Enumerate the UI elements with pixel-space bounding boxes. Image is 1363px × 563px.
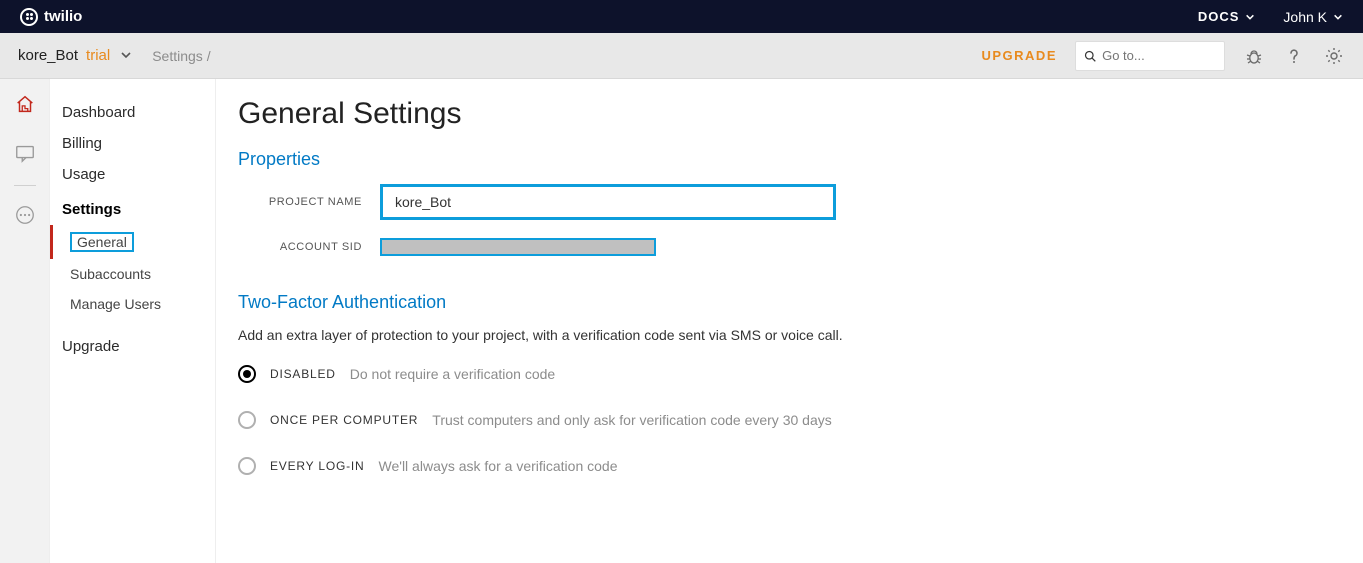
radio-help: We'll always ask for a verification code: [379, 458, 618, 474]
twofa-option-every[interactable]: EVERY LOG-IN We'll always ask for a veri…: [238, 457, 1363, 475]
project-switcher[interactable]: [120, 48, 132, 64]
sidebar-item-general[interactable]: General: [50, 225, 215, 259]
account-sid-row: ACCOUNT SID: [238, 238, 1363, 256]
question-icon: [1284, 46, 1304, 66]
sidebar-item-dashboard[interactable]: Dashboard: [50, 97, 215, 128]
more-icon: [14, 204, 36, 226]
docs-label: DOCS: [1198, 9, 1240, 24]
sidebar-item-label: General: [70, 232, 134, 252]
rail-more[interactable]: [14, 204, 36, 229]
radio-help: Do not require a verification code: [350, 366, 555, 382]
chevron-down-icon: [120, 49, 132, 61]
project-name: kore_Bot: [18, 47, 78, 64]
icon-rail: [0, 79, 50, 563]
settings-button[interactable]: [1323, 45, 1345, 67]
twofa-description: Add an extra layer of protection to your…: [238, 327, 1363, 343]
sidebar-item-billing[interactable]: Billing: [50, 128, 215, 159]
chevron-down-icon: [1333, 12, 1343, 22]
project-name-input[interactable]: [380, 184, 836, 220]
radio-button[interactable]: [238, 365, 256, 383]
user-name: John K: [1283, 9, 1327, 25]
twofa-option-disabled[interactable]: DISABLED Do not require a verification c…: [238, 365, 1363, 383]
debug-button[interactable]: [1243, 45, 1265, 67]
sub-bar: kore_Bot trial Settings / UPGRADE: [0, 33, 1363, 79]
search-input[interactable]: [1102, 48, 1216, 63]
rail-divider: [14, 185, 36, 186]
account-sid-value: [380, 238, 656, 256]
twofa-option-once[interactable]: ONCE PER COMPUTER Trust computers and on…: [238, 411, 1363, 429]
search-icon: [1084, 49, 1096, 63]
chevron-down-icon: [1245, 12, 1255, 22]
home-icon: [14, 93, 36, 115]
top-bar: twilio DOCS John K: [0, 0, 1363, 33]
twofa-heading: Two-Factor Authentication: [238, 292, 1363, 313]
rail-messaging[interactable]: [14, 142, 36, 167]
brand-name: twilio: [44, 8, 82, 25]
bug-icon: [1244, 46, 1264, 66]
sidebar-item-manage-users[interactable]: Manage Users: [50, 289, 215, 319]
radio-button[interactable]: [238, 411, 256, 429]
page-title: General Settings: [238, 97, 1363, 131]
radio-label: ONCE PER COMPUTER: [270, 413, 418, 427]
radio-label: DISABLED: [270, 367, 336, 381]
sidebar-item-upgrade[interactable]: Upgrade: [50, 331, 215, 362]
sidebar-item-usage[interactable]: Usage: [50, 159, 215, 190]
radio-label: EVERY LOG-IN: [270, 459, 365, 473]
gear-icon: [1324, 46, 1344, 66]
radio-button[interactable]: [238, 457, 256, 475]
radio-help: Trust computers and only ask for verific…: [432, 412, 831, 428]
trial-badge: trial: [86, 47, 110, 64]
docs-link[interactable]: DOCS: [1198, 9, 1256, 24]
twilio-mark-icon: [20, 8, 38, 26]
project-name-label: PROJECT NAME: [238, 196, 380, 208]
user-menu[interactable]: John K: [1283, 9, 1343, 25]
chat-icon: [14, 142, 36, 164]
brand-logo[interactable]: twilio: [20, 8, 82, 26]
breadcrumb: Settings /: [152, 48, 210, 64]
account-sid-label: ACCOUNT SID: [238, 241, 380, 253]
help-button[interactable]: [1283, 45, 1305, 67]
rail-home[interactable]: [14, 93, 36, 118]
properties-heading: Properties: [238, 149, 1363, 170]
sidebar: Dashboard Billing Usage Settings General…: [50, 79, 216, 563]
sidebar-section-settings[interactable]: Settings: [50, 194, 215, 225]
sidebar-item-subaccounts[interactable]: Subaccounts: [50, 259, 215, 289]
search-box[interactable]: [1075, 41, 1225, 71]
upgrade-link[interactable]: UPGRADE: [981, 48, 1057, 63]
project-name-row: PROJECT NAME: [238, 184, 1363, 220]
main-content: General Settings Properties PROJECT NAME…: [216, 79, 1363, 563]
